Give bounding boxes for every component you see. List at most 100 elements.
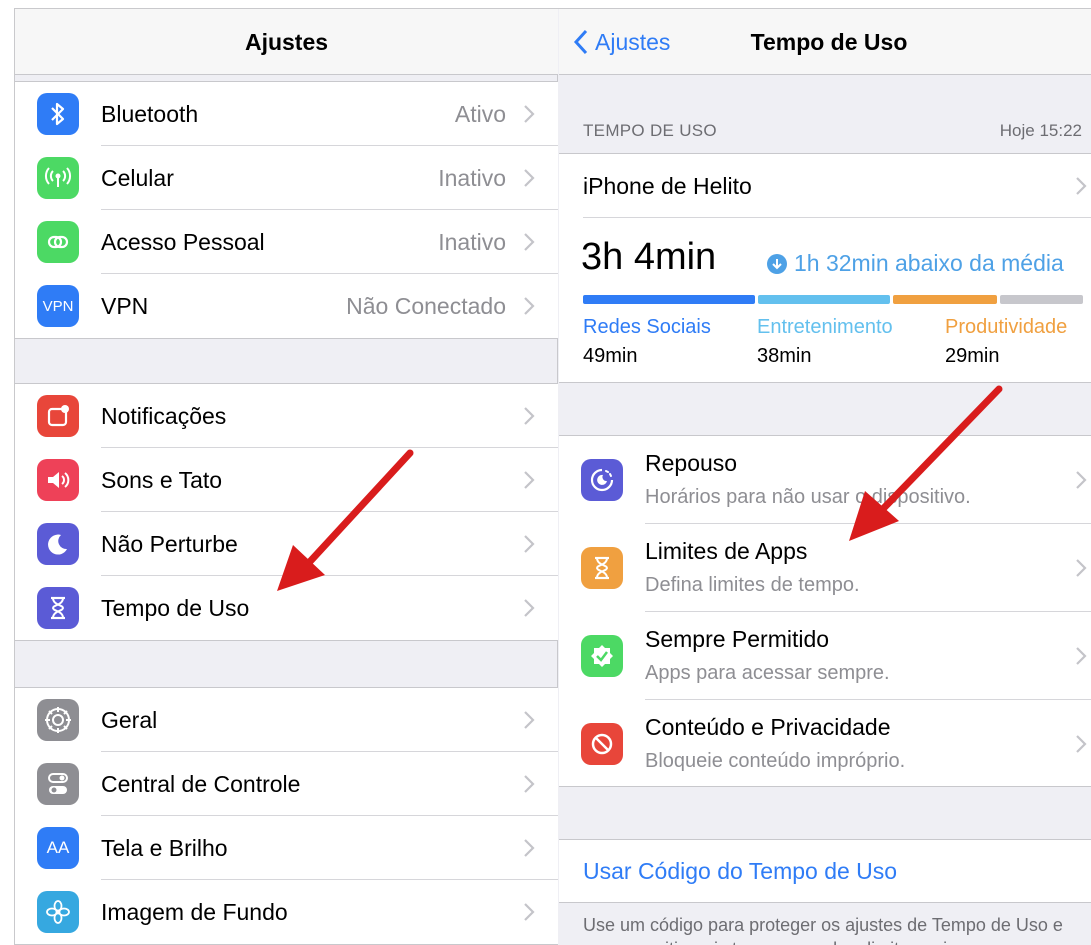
option-downtime[interactable]: Repouso Horários para não usar o disposi… xyxy=(559,436,1091,524)
vpn-icon: VPN xyxy=(37,285,79,327)
notifications-group: Notificações Sons e Tato Não Perturbe Te… xyxy=(15,383,558,641)
settings-row-general[interactable]: Geral xyxy=(15,688,558,752)
screen-time-title: Tempo de Uso xyxy=(750,29,908,55)
settings-row-hotspot[interactable]: Acesso Pessoal Inativo xyxy=(15,210,558,274)
screen-time-options: Repouso Horários para não usar o disposi… xyxy=(559,435,1091,787)
gear-icon xyxy=(37,699,79,741)
back-label: Ajustes xyxy=(595,28,671,55)
settings-row-bluetooth[interactable]: Bluetooth Ativo xyxy=(15,82,558,146)
settings-row-screen-time[interactable]: Tempo de Uso xyxy=(15,576,558,640)
row-label: Não Perturbe xyxy=(101,531,238,557)
settings-row-cellular[interactable]: Celular Inativo xyxy=(15,146,558,210)
checkmark-badge-icon xyxy=(581,635,623,677)
option-title: Conteúdo e Privacidade xyxy=(645,714,891,740)
text-size-icon: AA xyxy=(37,827,79,869)
use-passcode-button[interactable]: Usar Código do Tempo de Uso xyxy=(559,839,1091,903)
chevron-right-icon xyxy=(524,407,535,425)
section-header: TEMPO DE USO xyxy=(583,121,717,140)
passcode-footer-text: Use um código para proteger os ajustes d… xyxy=(583,915,1063,945)
row-label: Notificações xyxy=(101,403,227,429)
hotspot-icon xyxy=(37,221,79,263)
option-title: Limites de Apps xyxy=(645,538,808,564)
usage-bar-entertainment xyxy=(757,295,891,304)
chevron-right-icon xyxy=(524,711,535,729)
settings-navbar: Ajustes xyxy=(15,9,558,75)
screen-time-pane: Ajustes Tempo de Uso TEMPO DE USO Hoje 1… xyxy=(559,9,1091,945)
chevron-right-icon xyxy=(1076,471,1087,489)
device-name: iPhone de Helito xyxy=(583,173,752,199)
category-time: 29min xyxy=(945,345,1000,367)
category-name: Entretenimento xyxy=(757,316,893,338)
option-subtitle: Defina limites de tempo. xyxy=(645,574,860,596)
arrow-down-circle-icon xyxy=(767,253,787,274)
row-label: VPN xyxy=(101,293,149,319)
settings-pane: Ajustes Bluetooth Ativo Celular Inativo xyxy=(15,9,558,945)
chevron-right-icon xyxy=(524,233,535,251)
downtime-icon xyxy=(581,459,623,501)
chevron-right-icon xyxy=(524,105,535,123)
settings-row-control-center[interactable]: Central de Controle xyxy=(15,752,558,816)
chevron-right-icon xyxy=(524,471,535,489)
average-comparison: 1h 32min abaixo da média xyxy=(767,250,1064,277)
row-label: Geral xyxy=(101,707,158,733)
category-name: Redes Sociais xyxy=(583,316,711,338)
option-content-privacy[interactable]: Conteúdo e Privacidade Bloqueie conteúdo… xyxy=(559,700,1091,788)
connectivity-group: Bluetooth Ativo Celular Inativo Acesso P… xyxy=(15,81,558,339)
chevron-right-icon xyxy=(524,839,535,857)
option-title: Repouso xyxy=(645,450,738,476)
chevron-right-icon xyxy=(1076,559,1087,577)
option-always-allowed[interactable]: Sempre Permitido Apps para acessar sempr… xyxy=(559,612,1091,700)
bluetooth-icon xyxy=(37,93,79,135)
settings-row-wallpaper[interactable]: Imagem de Fundo xyxy=(15,880,558,944)
row-label: Tela e Brilho xyxy=(101,835,228,861)
usage-bar xyxy=(583,295,1083,304)
row-value: Ativo xyxy=(454,101,506,127)
screen-time-navbar: Ajustes Tempo de Uso xyxy=(559,9,1091,75)
settings-row-vpn[interactable]: VPN VPN Não Conectado xyxy=(15,274,558,338)
usage-bar-social xyxy=(583,295,755,304)
category-time: 38min xyxy=(757,345,812,367)
screenshot-frame: Ajustes Bluetooth Ativo Celular Inativo xyxy=(14,8,1091,945)
total-usage-time: 3h 4min xyxy=(581,236,717,278)
option-subtitle: Apps para acessar sempre. xyxy=(645,662,890,684)
settings-row-display[interactable]: AA Tela e Brilho xyxy=(15,816,558,880)
chevron-right-icon xyxy=(1076,177,1087,195)
use-passcode-label: Usar Código do Tempo de Uso xyxy=(583,858,898,884)
row-label: Imagem de Fundo xyxy=(101,899,288,925)
notifications-icon xyxy=(37,395,79,437)
usage-bar-productivity xyxy=(893,295,997,304)
device-row[interactable]: iPhone de Helito xyxy=(559,154,1091,218)
chevron-left-icon xyxy=(573,29,588,55)
general-group: Geral Central de Controle AA Tela e Bril… xyxy=(15,687,558,945)
option-subtitle: Bloqueie conteúdo impróprio. xyxy=(645,750,906,772)
chevron-right-icon xyxy=(524,775,535,793)
antenna-icon xyxy=(37,157,79,199)
category-social: Redes Sociais 49min xyxy=(583,316,711,368)
moon-icon xyxy=(37,523,79,565)
hourglass-icon xyxy=(581,547,623,589)
row-label: Celular xyxy=(101,165,174,191)
row-label: Sons e Tato xyxy=(101,467,223,493)
flower-icon xyxy=(37,891,79,933)
row-value: Inativo xyxy=(438,165,506,191)
row-label: Bluetooth xyxy=(101,101,199,127)
settings-row-do-not-disturb[interactable]: Não Perturbe xyxy=(15,512,558,576)
chevron-right-icon xyxy=(524,599,535,617)
option-app-limits[interactable]: Limites de Apps Defina limites de tempo. xyxy=(559,524,1091,612)
category-name: Produtividade xyxy=(945,316,1068,338)
chevron-right-icon xyxy=(524,535,535,553)
settings-row-notifications[interactable]: Notificações xyxy=(15,384,558,448)
category-productivity: Produtividade 29min xyxy=(945,316,1067,368)
settings-row-sounds[interactable]: Sons e Tato xyxy=(15,448,558,512)
hourglass-icon xyxy=(37,587,79,629)
chevron-right-icon xyxy=(524,169,535,187)
row-label: Tempo de Uso xyxy=(101,595,250,621)
row-value: Não Conectado xyxy=(346,293,506,319)
usage-bar-other xyxy=(999,295,1083,304)
category-time: 49min xyxy=(583,345,638,367)
average-comparison-text: 1h 32min abaixo da média xyxy=(794,250,1064,276)
toggles-icon xyxy=(37,763,79,805)
back-button[interactable]: Ajustes xyxy=(573,9,670,75)
section-timestamp: Hoje 15:22 xyxy=(999,121,1082,140)
speaker-icon xyxy=(37,459,79,501)
